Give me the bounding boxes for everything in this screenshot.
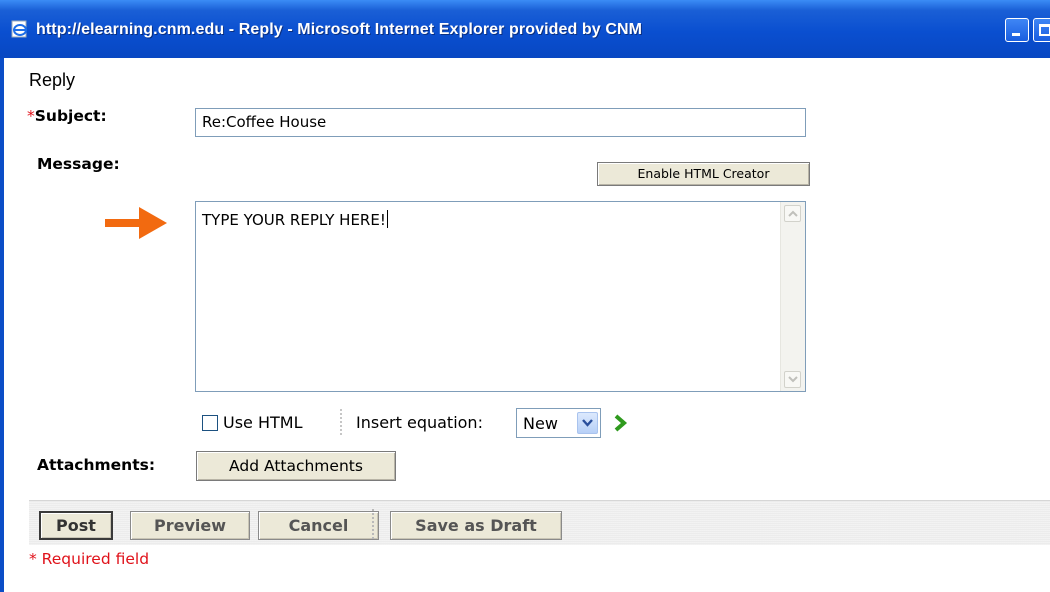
required-field-note: * Required field (29, 550, 150, 568)
window-titlebar[interactable]: http://elearning.cnm.edu - Reply - Micro… (0, 0, 1050, 58)
subject-label-text: Subject: (34, 107, 107, 125)
message-scrollbar[interactable] (780, 202, 805, 391)
enable-html-creator-button[interactable]: Enable HTML Creator (597, 162, 810, 186)
page-title: Reply (29, 70, 76, 90)
chevron-down-icon (582, 419, 593, 427)
use-html-label[interactable]: Use HTML (223, 413, 303, 432)
preview-button[interactable]: Preview (130, 511, 250, 540)
post-button[interactable]: Post (39, 511, 113, 540)
text-caret (386, 210, 388, 228)
use-html-checkbox[interactable] (202, 415, 218, 431)
divider (340, 409, 342, 437)
required-marker: * (27, 107, 35, 125)
cancel-button[interactable]: Cancel (258, 511, 379, 540)
message-text: TYPE YOUR REPLY HERE! (202, 210, 388, 229)
insert-equation-label: Insert equation: (356, 413, 483, 432)
dropdown-button[interactable] (577, 412, 598, 434)
go-arrow-icon[interactable] (609, 413, 631, 433)
message-textarea[interactable]: TYPE YOUR REPLY HERE! (195, 201, 806, 392)
add-attachments-button[interactable]: Add Attachments (196, 451, 396, 481)
equation-select-value: New (523, 414, 558, 433)
attachments-label: Attachments: (37, 456, 156, 474)
save-as-draft-button[interactable]: Save as Draft (390, 511, 562, 540)
scroll-up-button[interactable] (784, 205, 801, 222)
subject-input[interactable]: Re:Coffee House (195, 108, 806, 137)
window-frame-left (0, 58, 4, 592)
window-title: http://elearning.cnm.edu - Reply - Micro… (36, 21, 643, 38)
divider (372, 509, 374, 539)
pointer-arrow-icon (105, 207, 167, 239)
message-label: Message: (37, 155, 120, 173)
scroll-down-button[interactable] (784, 371, 801, 388)
chevron-down-icon (788, 376, 798, 383)
action-bar: Post Preview Cancel Save as Draft (29, 500, 1050, 545)
equation-select[interactable]: New (516, 408, 601, 438)
maximize-button[interactable] (1033, 18, 1050, 42)
ie-page-icon (11, 20, 27, 38)
minimize-button[interactable] (1005, 18, 1029, 42)
chevron-up-icon (788, 210, 798, 217)
subject-label: *Subject: (27, 107, 107, 125)
